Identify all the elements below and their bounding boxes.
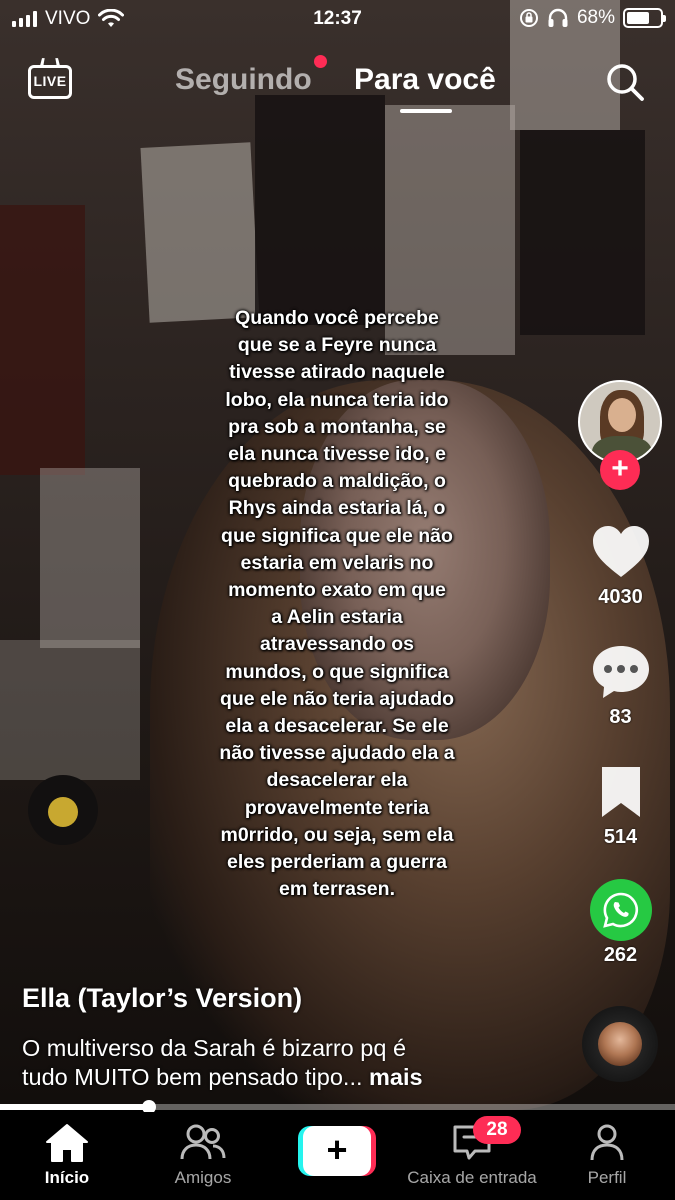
nav-home-label: Início bbox=[44, 1168, 90, 1187]
more-link[interactable]: mais bbox=[369, 1064, 423, 1090]
music-cover bbox=[598, 1022, 642, 1066]
caption-line: atravessando os bbox=[260, 633, 414, 656]
caption-line: momento exato em que bbox=[228, 579, 446, 602]
caption-line: estaria em velaris no bbox=[240, 551, 434, 574]
save-count: 514 bbox=[603, 826, 638, 848]
description-line: tudo MUITO bem pensado tipo... mais bbox=[22, 1063, 542, 1092]
description-text: tudo MUITO bem pensado tipo... bbox=[22, 1064, 370, 1090]
wall-poster bbox=[255, 95, 385, 325]
caption-line: provavelmente teria bbox=[244, 796, 430, 819]
active-tab-indicator bbox=[400, 109, 452, 113]
caption-line: Rhys ainda estaria lá, o bbox=[228, 497, 446, 520]
share-button[interactable]: 262 bbox=[578, 879, 663, 967]
whatsapp-icon bbox=[589, 879, 652, 941]
caption-line: Quando você percebe bbox=[235, 307, 439, 329]
bookmark-icon bbox=[601, 767, 640, 817]
nav-home[interactable]: Início bbox=[2, 1122, 132, 1188]
music-disc[interactable] bbox=[582, 1006, 658, 1082]
live-label: LIVE bbox=[33, 73, 67, 89]
profile-icon bbox=[590, 1124, 624, 1161]
caption-line: mundos, o que significa bbox=[225, 660, 449, 683]
headphones-icon bbox=[548, 8, 568, 27]
description-line: O multiverso da Sarah é bizarro pq é bbox=[22, 1035, 407, 1061]
nav-friends[interactable]: Amigos bbox=[138, 1122, 268, 1188]
nav-inbox-label: Caixa de entrada bbox=[407, 1168, 537, 1187]
caption-line: ela a desacelerar. Se ele bbox=[225, 715, 449, 738]
caption-line: desacelerar ela bbox=[266, 769, 408, 792]
wall-poster bbox=[140, 142, 260, 323]
caption-line: a Aelin estaria bbox=[271, 606, 403, 629]
wall-poster bbox=[0, 205, 85, 475]
video-description[interactable]: O multiverso da Sarah é bizarro pq é tud… bbox=[22, 1034, 542, 1092]
battery-icon bbox=[623, 8, 666, 28]
bottom-nav: Início Amigos + 28 Caixa de entrada Perf… bbox=[0, 1112, 675, 1200]
battery-fill bbox=[627, 12, 649, 24]
wall-poster bbox=[0, 640, 140, 780]
wall-poster bbox=[520, 130, 645, 335]
plus-icon: + bbox=[303, 1126, 371, 1176]
rotation-lock-icon bbox=[519, 9, 538, 27]
tab-following[interactable]: Seguindo bbox=[175, 63, 312, 97]
caption-line: m0rrido, ou seja, sem ela bbox=[220, 823, 454, 846]
share-count: 262 bbox=[603, 944, 638, 966]
inbox-badge: 28 bbox=[473, 1116, 521, 1144]
comment-icon bbox=[592, 646, 649, 698]
wall-poster bbox=[40, 468, 140, 648]
like-button[interactable]: 4030 bbox=[578, 522, 663, 609]
caption-line: que ele não teria ajudado bbox=[219, 687, 455, 710]
caption-line: ela nunca tivesse ido, e bbox=[228, 443, 446, 466]
caption-line: pra sob a montanha, se bbox=[228, 415, 446, 438]
battery-percent: 68% bbox=[576, 7, 615, 28]
comment-button[interactable]: 83 bbox=[578, 642, 663, 729]
nav-profile[interactable]: Perfil bbox=[542, 1122, 672, 1188]
like-count: 4030 bbox=[598, 586, 643, 608]
flower-decoration bbox=[28, 775, 98, 845]
top-bar: LIVE Seguindo Para você bbox=[0, 55, 675, 115]
caption-line: que significa que ele não bbox=[221, 524, 453, 547]
home-icon bbox=[46, 1124, 88, 1162]
caption-line: tivesse atirado naquele bbox=[229, 361, 445, 384]
video-caption: Quando você percebe que se a Feyre nunca t… bbox=[206, 305, 468, 903]
save-button[interactable]: 514 bbox=[578, 762, 663, 849]
comment-count: 83 bbox=[609, 706, 632, 728]
caption-line: em terrasen. bbox=[279, 878, 395, 901]
caption-line: lobo, ela nunca teria ido bbox=[225, 388, 449, 411]
live-button[interactable]: LIVE bbox=[28, 58, 74, 101]
video-title[interactable]: Ella (Taylor’s Version) bbox=[22, 983, 302, 1014]
following-notification-dot bbox=[314, 55, 327, 68]
caption-line: que se a Feyre nunca bbox=[237, 334, 437, 357]
caption-line: eles perderiam a guerra bbox=[226, 851, 448, 874]
status-bar: VIVO 12:37 68% bbox=[0, 0, 675, 38]
create-button[interactable]: + bbox=[298, 1126, 376, 1176]
video-progress-bar[interactable] bbox=[0, 1100, 675, 1114]
search-icon[interactable] bbox=[604, 61, 646, 103]
nav-inbox[interactable]: 28 Caixa de entrada bbox=[407, 1116, 537, 1188]
friends-icon bbox=[180, 1124, 226, 1160]
status-right: 68% bbox=[519, 7, 666, 29]
caption-line: não tivesse ajudado ela a bbox=[219, 742, 455, 765]
progress-fill bbox=[0, 1104, 149, 1110]
creator-avatar-group: + bbox=[578, 380, 663, 490]
nav-profile-label: Perfil bbox=[587, 1168, 627, 1187]
caption-line: quebrado a maldição, o bbox=[228, 470, 446, 493]
heart-icon bbox=[592, 526, 649, 577]
tab-for-you[interactable]: Para você bbox=[354, 63, 496, 97]
nav-friends-label: Amigos bbox=[174, 1168, 232, 1187]
follow-plus-button[interactable]: + bbox=[600, 450, 640, 490]
